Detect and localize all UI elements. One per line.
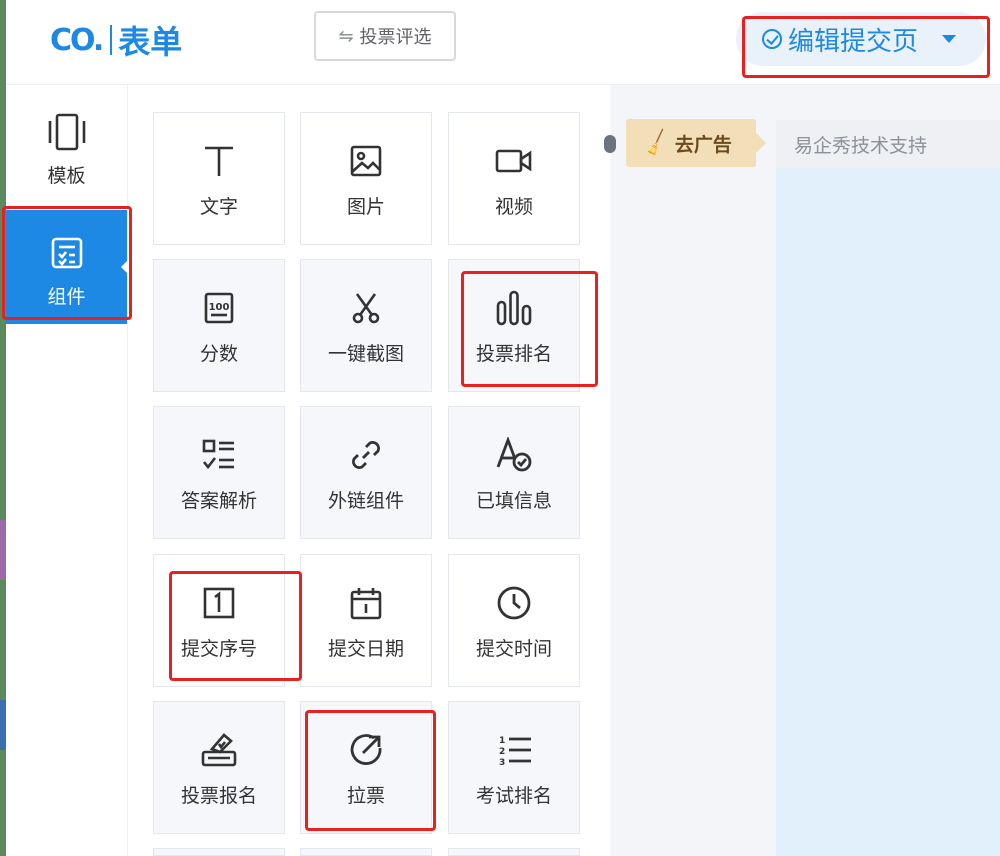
edit-submit-page-label: 编辑提交页 [788,25,919,56]
component-label: 提交序号 [180,639,257,660]
component-label: 拉票 [346,786,385,807]
component-label: 视频 [494,197,533,218]
component-tile-score[interactable]: 100 分数 [153,259,285,392]
vote-filter-button[interactable]: ⇋ 投票评选 [314,11,456,61]
logo-text: 表单 [118,24,183,60]
edit-submit-page-dropdown[interactable]: 编辑提交页 [736,12,986,66]
component-label: 考试排名 [475,786,552,807]
component-tile-serial-number[interactable]: 提交序号 [153,554,285,687]
sidebar-item-label: 模板 [47,166,86,187]
component-label: 投票报名 [180,786,257,807]
svg-text:100: 100 [209,302,230,313]
score-icon: 100 [202,288,236,328]
component-tile-partial[interactable] [153,848,285,856]
image-icon [349,141,383,181]
component-tile-external-link[interactable]: 外链组件 [300,406,432,539]
svg-text:3: 3 [499,758,505,768]
logo-mark: CO. [50,22,104,58]
component-label: 分数 [199,344,238,365]
tech-support-bar: 易企秀技术支持 [776,120,1000,168]
sidebar-item-components[interactable]: 组件 [6,210,128,324]
ballot-icon [200,730,238,770]
component-label: 外链组件 [327,491,404,512]
form-canvas[interactable] [776,168,1000,856]
component-tile-screenshot[interactable]: 一键截图 [300,259,432,392]
svg-text:1: 1 [499,736,505,746]
component-label: 一键截图 [327,344,404,365]
filled-info-icon [495,435,533,475]
component-tile-image[interactable]: 图片 [300,112,432,245]
share-arrow-icon [348,730,384,770]
app-logo[interactable]: CO. 表单 [50,18,182,62]
template-icon [45,111,89,153]
component-tile-text[interactable]: 文字 [153,112,285,245]
remove-ads-label: 去广告 [674,134,732,156]
component-label: 提交时间 [475,639,552,660]
numbered-list-icon: 123 [495,730,533,770]
sidebar-item-label: 组件 [47,287,86,308]
component-label: 图片 [346,197,385,218]
remove-ads-button[interactable]: 🧹 去广告 [626,119,766,167]
component-tile-answer-analysis[interactable]: 答案解析 [153,406,285,539]
check-circle-icon [762,29,782,49]
link-icon [349,435,383,475]
vote-filter-label: 投票评选 [359,27,432,47]
sidebar-item-templates[interactable]: 模板 [6,85,127,203]
component-label: 已填信息 [475,491,552,512]
serial-number-icon [202,583,236,623]
component-label: 投票排名 [475,344,552,365]
swap-arrows-icon: ⇋ [338,25,354,46]
component-label: 答案解析 [180,491,257,512]
component-tile-partial[interactable] [300,848,432,856]
component-tile-canvass[interactable]: 拉票 [300,701,432,834]
component-tile-filled-info[interactable]: 已填信息 [448,406,580,539]
component-tile-vote-ranking[interactable]: 投票排名 [448,259,580,392]
text-icon [202,141,236,181]
logo-divider [110,25,113,55]
svg-text:2: 2 [499,747,505,757]
video-icon [495,141,533,181]
component-tile-partial[interactable] [448,848,580,856]
component-label: 提交日期 [327,639,404,660]
components-icon [50,232,84,274]
answer-analysis-icon [201,435,237,475]
component-label: 文字 [199,197,238,218]
collapse-handle[interactable] [604,135,616,153]
calendar-icon [349,583,383,623]
caret-down-icon [942,35,957,43]
component-tile-vote-signup[interactable]: 投票报名 [153,701,285,834]
scissors-icon [349,288,383,328]
left-sidebar: 模板 组件 [6,85,128,856]
ranking-bars-icon [495,288,533,328]
component-tile-video[interactable]: 视频 [448,112,580,245]
tech-support-text: 易企秀技术支持 [794,135,928,157]
broom-icon: 🧹 [641,128,673,159]
component-tile-submit-date[interactable]: 提交日期 [300,554,432,687]
component-tile-exam-ranking[interactable]: 123 考试排名 [448,701,580,834]
clock-icon [496,583,532,623]
component-tile-submit-time[interactable]: 提交时间 [448,554,580,687]
